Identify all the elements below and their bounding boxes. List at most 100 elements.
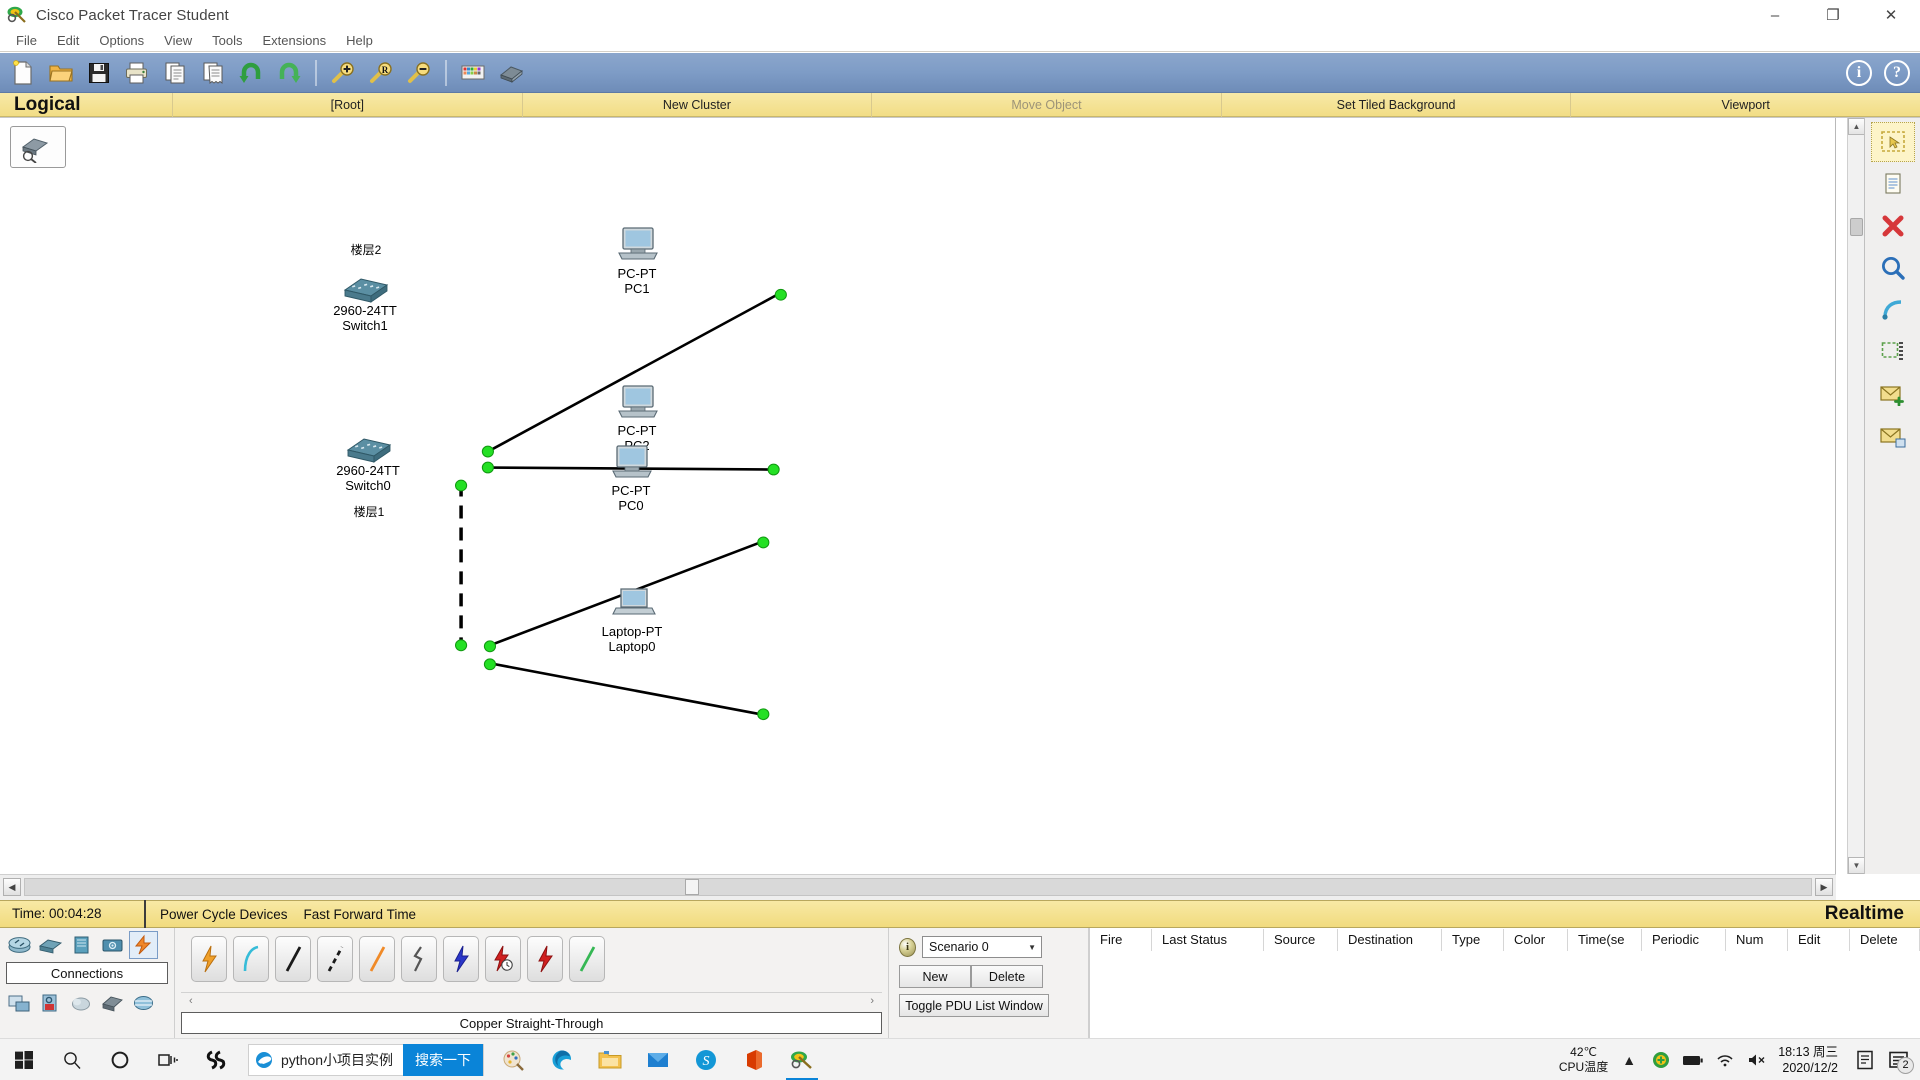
maximize-button[interactable]: ❐ [1804, 0, 1862, 30]
search-icon[interactable] [48, 1039, 96, 1080]
info-icon[interactable]: i [1846, 59, 1872, 86]
battery-icon[interactable] [1682, 1049, 1704, 1071]
scroll-left-arrow[interactable]: ◀ [3, 878, 21, 896]
save-icon[interactable] [80, 55, 118, 91]
place-note-icon[interactable] [1871, 332, 1915, 372]
paste-icon[interactable] [194, 55, 232, 91]
pdu-col-color[interactable]: Color [1504, 929, 1568, 951]
copper-straight-through-icon[interactable] [275, 936, 311, 982]
router-category-icon[interactable] [6, 932, 33, 958]
menu-help[interactable]: Help [336, 31, 383, 50]
zoom-reset-icon[interactable]: R [362, 55, 400, 91]
vertical-scroll-thumb[interactable] [1850, 218, 1863, 236]
menu-extensions[interactable]: Extensions [252, 31, 336, 50]
volume-muted-icon[interactable] [1746, 1049, 1768, 1071]
viewport-button[interactable]: Viewport [1570, 92, 1920, 117]
canvas-vertical-scrollbar[interactable]: ▲ ▼ [1847, 118, 1865, 874]
file-explorer-icon[interactable] [586, 1039, 634, 1080]
pdu-col-fire[interactable]: Fire [1090, 929, 1152, 951]
cpu-temperature-widget[interactable]: 42℃ CPU温度 [1559, 1045, 1608, 1075]
console-cable-icon[interactable] [233, 936, 269, 982]
scenario-info-icon[interactable]: i [899, 937, 916, 957]
sogou-icon[interactable] [192, 1039, 240, 1080]
menu-edit[interactable]: Edit [47, 31, 89, 50]
set-tiled-background-button[interactable]: Set Tiled Background [1220, 92, 1571, 117]
inspect-magnify-icon[interactable] [1871, 248, 1915, 288]
menu-file[interactable]: File [6, 31, 47, 50]
pdu-col-last-status[interactable]: Last Status [1152, 929, 1264, 951]
zoom-in-icon[interactable] [324, 55, 362, 91]
picker-prev-button[interactable]: ‹ [189, 995, 193, 1007]
toggle-pdu-list-window-button[interactable]: Toggle PDU List Window [899, 994, 1049, 1017]
chevron-up-icon[interactable]: ▲ [1618, 1049, 1640, 1071]
close-button[interactable]: ✕ [1862, 0, 1920, 30]
taskbar-clock[interactable]: 18:13 周三 2020/12/2 [1778, 1044, 1844, 1076]
horizontal-scroll-thumb[interactable] [685, 879, 699, 895]
task-view-icon[interactable] [144, 1039, 192, 1080]
wireless-category-icon[interactable] [99, 932, 126, 958]
wifi-icon[interactable] [1714, 1049, 1736, 1071]
multiuser-connection-icon[interactable] [130, 990, 157, 1016]
inspect-tool-icon[interactable] [1871, 164, 1915, 204]
fiber-cable-icon[interactable] [359, 936, 395, 982]
move-object-button[interactable]: Move Object [871, 92, 1221, 117]
pdu-col-destination[interactable]: Destination [1338, 929, 1442, 951]
paint-3d-app-icon[interactable] [490, 1039, 538, 1080]
menu-options[interactable]: Options [89, 31, 154, 50]
notes-icon[interactable] [1854, 1049, 1876, 1071]
octal-cable-icon[interactable] [569, 936, 605, 982]
action-center-icon[interactable]: 2 [1886, 1049, 1914, 1074]
palette-icon[interactable] [454, 55, 492, 91]
switch-category-icon[interactable] [37, 932, 64, 958]
device-pc2[interactable] [617, 384, 659, 425]
resize-shape-icon[interactable] [1871, 290, 1915, 330]
packet-tracer-app-icon[interactable] [778, 1039, 826, 1080]
coaxial-cable-icon[interactable] [443, 936, 479, 982]
connections-category-icon[interactable] [129, 931, 158, 959]
hub-category-icon[interactable] [68, 932, 95, 958]
office-app-icon[interactable] [730, 1039, 778, 1080]
scenario-select[interactable]: Scenario 0 ▼ [922, 936, 1042, 958]
scroll-up-arrow[interactable]: ▲ [1848, 118, 1865, 135]
picker-next-button[interactable]: › [870, 995, 874, 1007]
mail-app-icon[interactable] [634, 1039, 682, 1080]
pdu-col-delete[interactable]: Delete [1850, 929, 1920, 951]
scroll-right-arrow[interactable]: ▶ [1815, 878, 1833, 896]
menu-view[interactable]: View [154, 31, 202, 50]
pdu-col-time[interactable]: Time(se [1568, 929, 1642, 951]
search-input[interactable]: python小项目实例 [279, 1050, 403, 1070]
canvas-horizontal-scrollbar[interactable]: ◀ ▶ [0, 874, 1836, 900]
print-icon[interactable] [118, 55, 156, 91]
cortana-circle-icon[interactable] [96, 1039, 144, 1080]
delete-scenario-button[interactable]: Delete [971, 965, 1043, 988]
root-cluster-button[interactable]: [Root] [172, 92, 522, 117]
device-laptop0[interactable] [612, 586, 656, 625]
zoom-out-icon[interactable] [400, 55, 438, 91]
pdu-col-num[interactable]: Num [1726, 929, 1788, 951]
antivirus-shield-icon[interactable] [1650, 1049, 1672, 1071]
new-file-icon[interactable] [4, 55, 42, 91]
pdu-col-edit[interactable]: Edit [1788, 929, 1850, 951]
power-cycle-devices-button[interactable]: Power Cycle Devices [146, 907, 288, 922]
new-cluster-button[interactable]: New Cluster [521, 92, 872, 117]
pdu-col-type[interactable]: Type [1442, 929, 1504, 951]
pdu-col-source[interactable]: Source [1264, 929, 1338, 951]
select-tool-icon[interactable] [1870, 122, 1915, 162]
help-icon[interactable]: ? [1884, 59, 1910, 86]
end-devices-category-icon[interactable] [6, 990, 33, 1016]
scroll-down-arrow[interactable]: ▼ [1848, 857, 1865, 874]
logical-canvas[interactable]: PC-PT PC1 PC-PT PC2 [0, 118, 1836, 874]
add-complex-pdu-icon[interactable] [1871, 416, 1915, 456]
new-scenario-button[interactable]: New [899, 965, 971, 988]
device-pc0[interactable] [611, 444, 653, 485]
copper-cross-over-icon[interactable] [317, 936, 353, 982]
horizontal-scroll-track[interactable] [24, 878, 1812, 896]
security-category-icon[interactable] [37, 990, 64, 1016]
menu-tools[interactable]: Tools [202, 31, 252, 50]
search-go-button[interactable]: 搜索一下 [403, 1043, 484, 1076]
wan-emulation-category-icon[interactable] [68, 990, 95, 1016]
undo-icon[interactable] [232, 55, 270, 91]
serial-dte-icon[interactable] [527, 936, 563, 982]
copy-icon[interactable] [156, 55, 194, 91]
taskbar-search-box[interactable]: e python小项目实例 搜索一下 [248, 1043, 485, 1076]
